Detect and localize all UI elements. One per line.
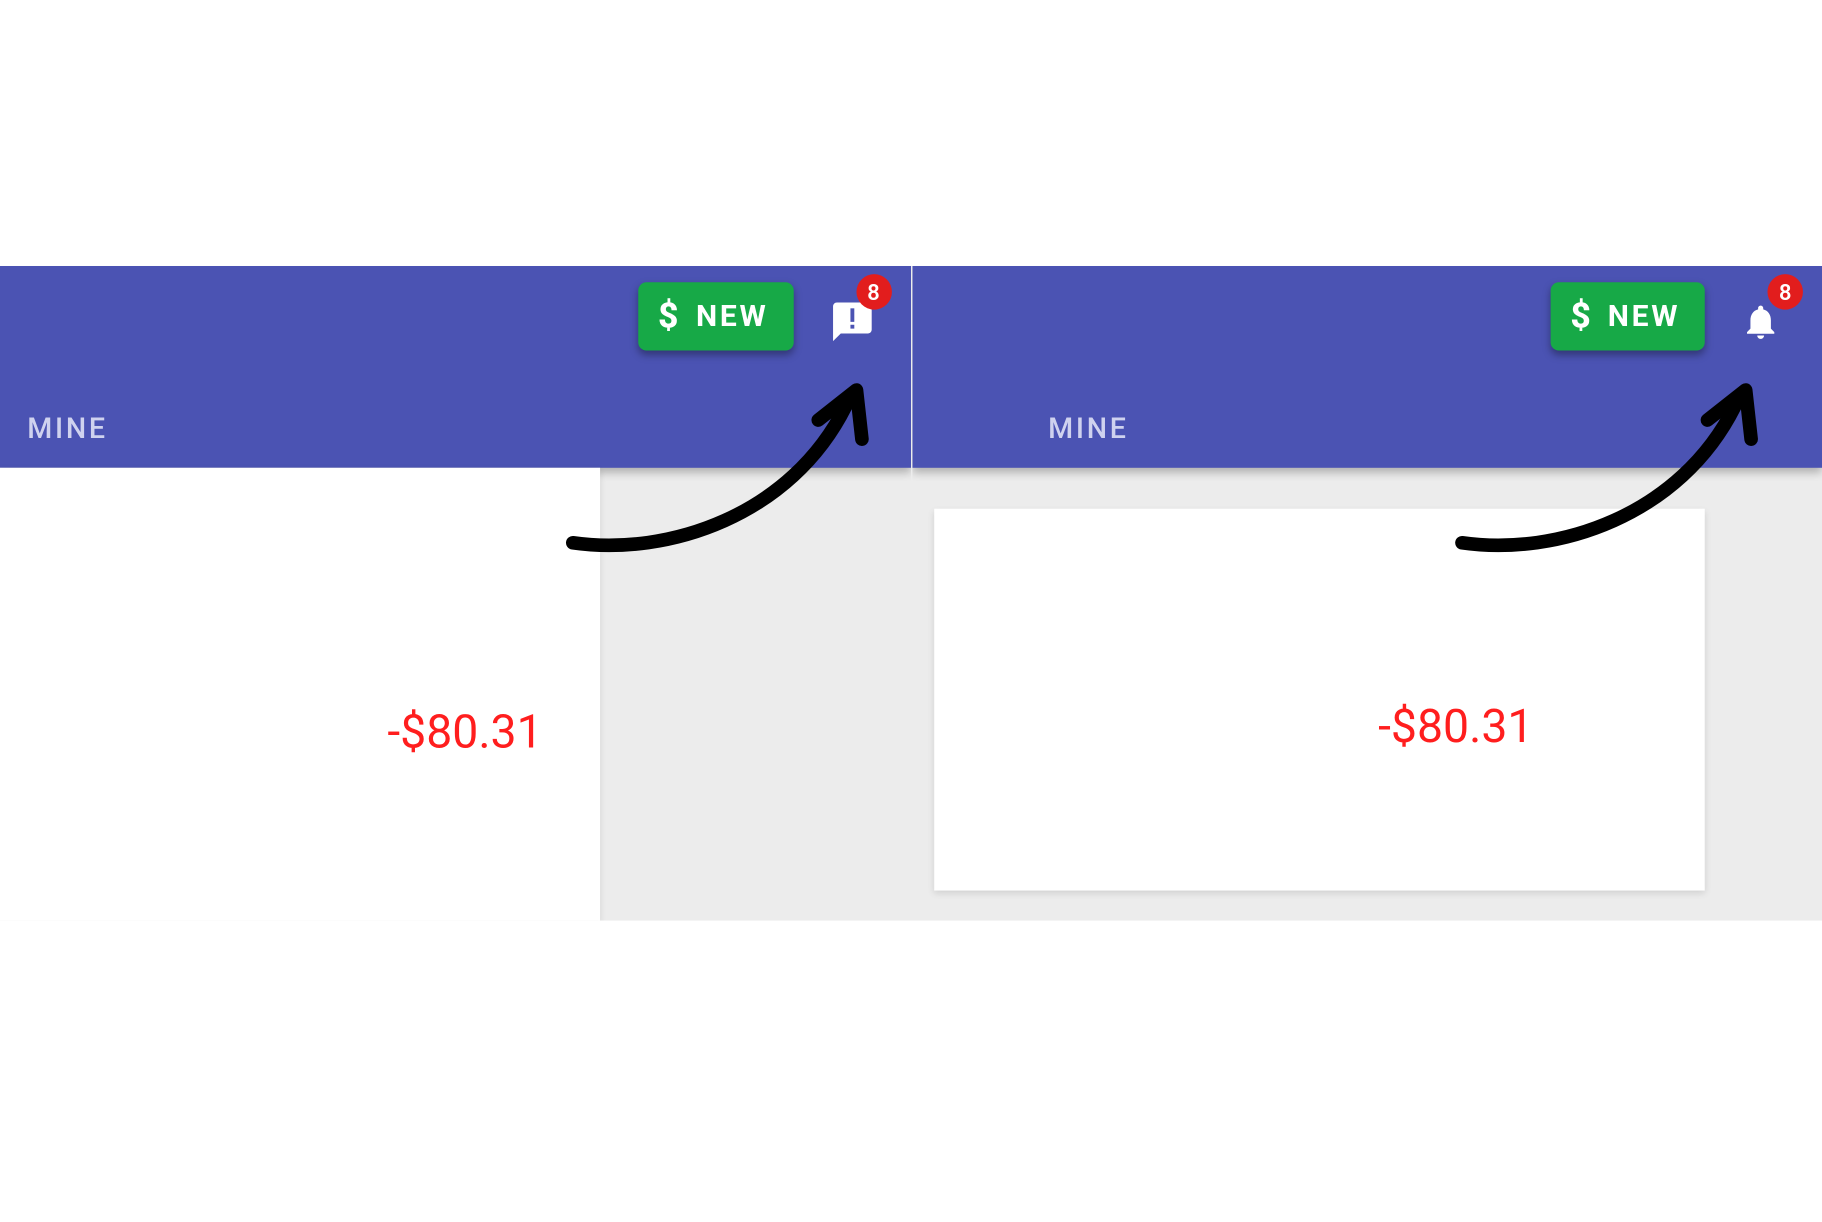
appbar-top: $ NEW 8 (0, 266, 910, 389)
notification-badge: 8 (1767, 274, 1802, 309)
content-card: -$80.31 (934, 509, 1705, 891)
amount-value: -$80.31 (387, 705, 542, 760)
tabs: MINE (1048, 413, 1129, 446)
panel-body: -$80.31 (0, 468, 910, 921)
appbar-top: $ NEW 8 (912, 266, 1822, 389)
side-by-side-panels: $ NEW 8 (0, 266, 1822, 921)
notifications-button[interactable]: 8 (1735, 290, 1787, 342)
panel-body: -$80.31 (912, 468, 1822, 921)
panel-left: $ NEW 8 (0, 266, 910, 921)
amount-value: -$80.31 (1378, 700, 1533, 755)
appbar: $ NEW 8 (0, 266, 910, 468)
tab-mine[interactable]: MINE (27, 413, 108, 446)
appbar: $ NEW 8 MINE (912, 266, 1822, 468)
new-button[interactable]: $ NEW (639, 282, 793, 350)
svg-text:$: $ (1570, 297, 1590, 335)
notifications-button[interactable]: 8 (823, 290, 875, 342)
dollar-icon: $ (655, 297, 682, 335)
dollar-icon: $ (1567, 297, 1594, 335)
tab-mine[interactable]: MINE (1048, 413, 1129, 446)
new-button-label: NEW (696, 299, 768, 333)
svg-text:$: $ (659, 297, 679, 335)
new-button-label: NEW (1608, 299, 1680, 333)
new-button[interactable]: $ NEW (1550, 282, 1704, 350)
content-card: -$80.31 (0, 468, 600, 921)
notification-badge: 8 (856, 274, 891, 309)
panel-right: $ NEW 8 MINE (910, 266, 1822, 921)
tabs: MINE (27, 413, 108, 446)
